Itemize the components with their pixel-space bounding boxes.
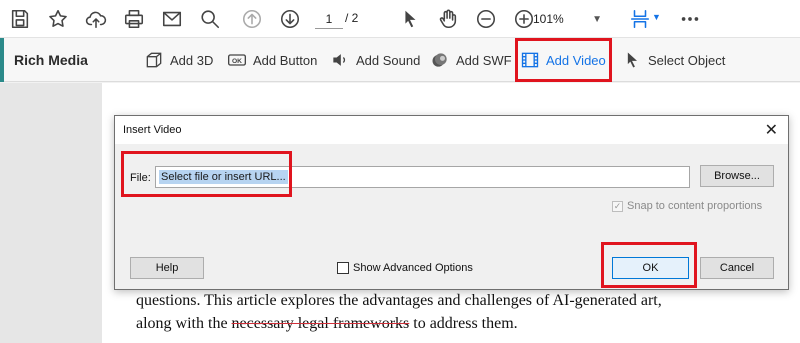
document-line-2: along with the necessary legal framework… <box>136 315 518 333</box>
select-object-label: Select Object <box>648 52 726 68</box>
speaker-icon <box>333 54 346 66</box>
cube-icon <box>146 52 162 68</box>
add-swf-button[interactable]: Add SWF <box>430 48 512 72</box>
advanced-checkbox[interactable] <box>337 262 349 274</box>
toolbar-accent-bar <box>0 38 4 82</box>
page-total: / 2 <box>345 11 359 25</box>
print-icon[interactable] <box>120 5 148 33</box>
add-video-highlight <box>515 38 612 82</box>
add-3d-label: Add 3D <box>170 52 214 68</box>
file-field-highlight <box>121 151 292 197</box>
page-up-icon[interactable] <box>238 5 266 33</box>
document-line-1: questions. This article explores the adv… <box>136 292 662 309</box>
add-button-label: Add Button <box>253 52 318 68</box>
chevron-down-icon: ▼ <box>592 14 602 25</box>
page-layout-icon[interactable] <box>626 5 654 33</box>
document-margin <box>0 83 102 343</box>
snap-option: ✓ Snap to content proportions <box>612 200 762 212</box>
add-3d-button[interactable]: Add 3D <box>144 48 213 72</box>
ok-button-highlight <box>601 242 697 288</box>
save-icon[interactable] <box>6 5 34 33</box>
dialog-title: Insert Video <box>123 124 182 136</box>
add-button-button[interactable]: OK Add Button <box>227 48 317 72</box>
advanced-label: Show Advanced Options <box>353 262 473 274</box>
svg-text:OK: OK <box>232 58 242 65</box>
add-sound-label: Add Sound <box>356 52 421 68</box>
pointer-icon <box>627 52 637 68</box>
advanced-options[interactable]: Show Advanced Options <box>337 262 473 274</box>
ok-button-icon: OK <box>228 54 246 66</box>
rich-media-title: Rich Media <box>14 52 88 68</box>
upload-cloud-icon[interactable] <box>82 5 110 33</box>
email-icon[interactable] <box>158 5 186 33</box>
layout-chevron-down-icon[interactable]: ▼ <box>652 12 661 22</box>
dialog-titlebar: Insert Video ✕ <box>115 116 788 144</box>
hand-icon[interactable] <box>434 5 462 33</box>
close-icon[interactable]: ✕ <box>765 120 778 140</box>
cancel-button[interactable]: Cancel <box>700 257 774 279</box>
zoom-select[interactable]: 101% ▼ <box>524 9 610 29</box>
line2-start: along with the <box>136 315 232 332</box>
zoom-search-icon[interactable] <box>196 5 224 33</box>
add-sound-button[interactable]: Add Sound <box>330 48 420 72</box>
select-object-button[interactable]: Select Object <box>622 48 725 72</box>
select-arrow-icon[interactable] <box>396 5 424 33</box>
rich-media-toolbar: Rich Media Add 3D OK Add Button Add Soun… <box>0 38 800 82</box>
more-icon[interactable] <box>676 5 704 33</box>
main-toolbar: 1 / 2 101% ▼ ▼ <box>0 0 800 38</box>
add-swf-label: Add SWF <box>456 52 512 68</box>
snap-label: Snap to content proportions <box>627 200 763 212</box>
bookmark-star-icon[interactable] <box>44 5 72 33</box>
zoom-value: 101% <box>533 12 564 26</box>
snap-checkbox: ✓ <box>612 200 623 212</box>
line2-end: to address them. <box>409 315 518 332</box>
help-button[interactable]: Help <box>130 257 204 279</box>
page-down-icon[interactable] <box>276 5 304 33</box>
zoom-out-icon[interactable] <box>472 5 500 33</box>
struck-text: necessary legal frameworks <box>231 315 410 332</box>
swf-icon <box>432 53 447 67</box>
page-number-input[interactable]: 1 <box>315 9 343 29</box>
browse-button[interactable]: Browse... <box>700 165 774 187</box>
